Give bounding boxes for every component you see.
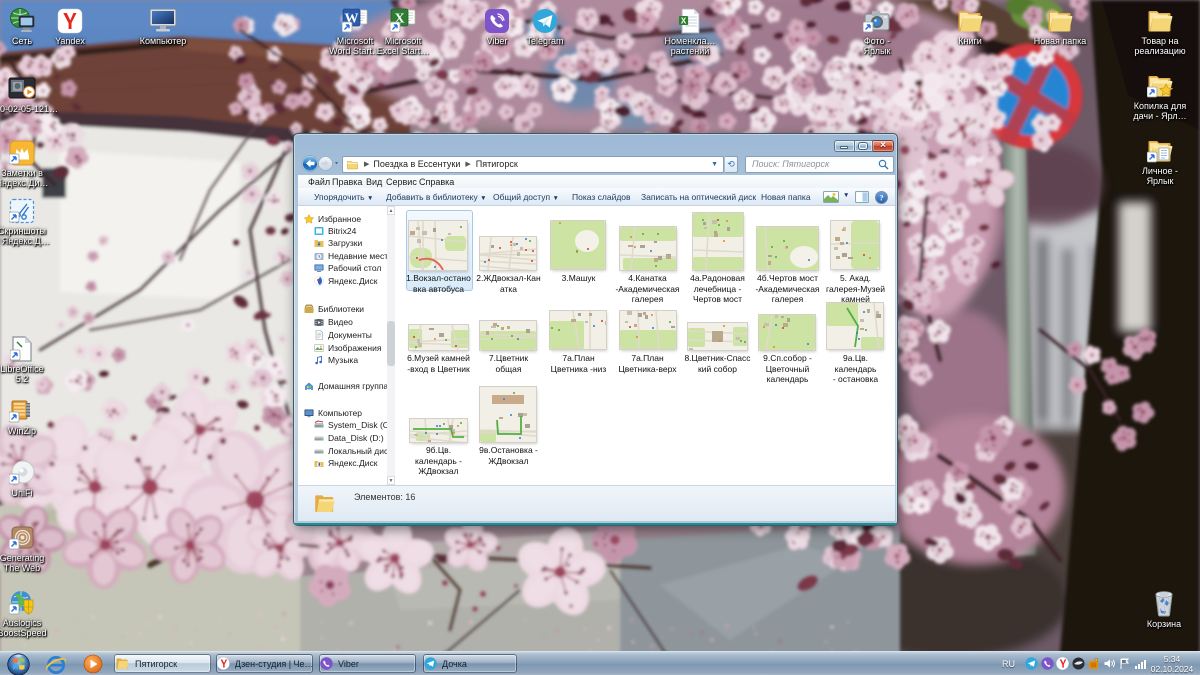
svg-text:X: X bbox=[681, 16, 687, 25]
svg-text:?: ? bbox=[879, 192, 883, 202]
